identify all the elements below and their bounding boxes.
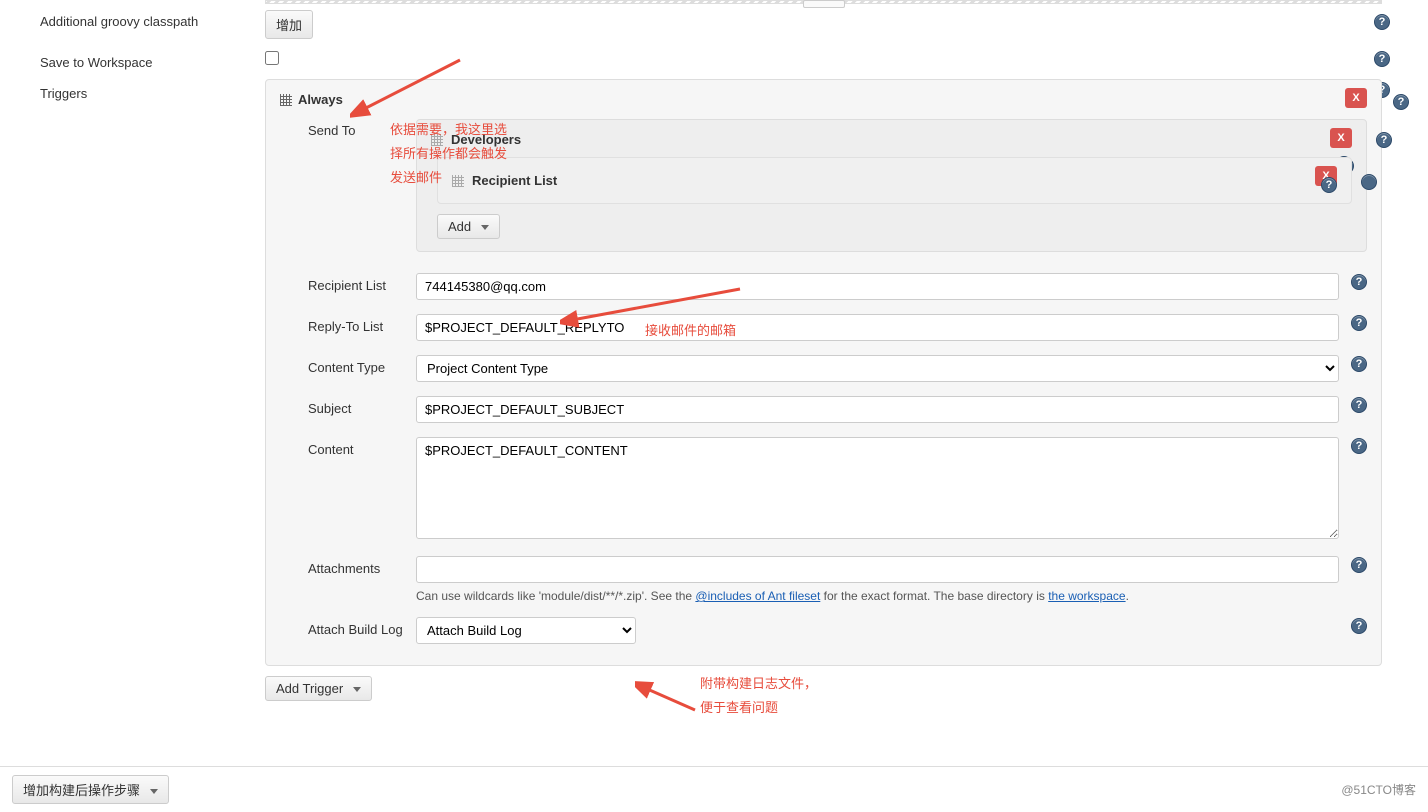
additional-groovy-label: Additional groovy classpath (40, 10, 265, 29)
help-icon[interactable]: ? (1351, 438, 1367, 454)
recipient-list-input[interactable] (416, 273, 1339, 300)
help-icon[interactable]: ? (1321, 177, 1337, 193)
help-icon[interactable]: ? (1374, 14, 1390, 30)
grip-icon[interactable] (431, 134, 443, 146)
content-type-label: Content Type (308, 355, 416, 375)
caret-icon (353, 687, 361, 692)
help-icon[interactable]: ? (1351, 397, 1367, 413)
help-icon[interactable]: ? (1351, 356, 1367, 372)
help-icon[interactable] (1361, 174, 1377, 190)
save-to-workspace-checkbox[interactable] (265, 51, 279, 65)
add-trigger-label: Add Trigger (276, 681, 343, 696)
reply-to-input[interactable] (416, 314, 1339, 341)
help-icon[interactable]: ? (1351, 618, 1367, 634)
content-type-select[interactable]: Project Content Type (416, 355, 1339, 382)
reply-to-label: Reply-To List (308, 314, 416, 334)
add-trigger-button[interactable]: Add Trigger (265, 676, 372, 701)
help-icon[interactable]: ? (1351, 274, 1367, 290)
bottom-bar: 增加构建后操作步骤 @51CTO博客 (0, 766, 1428, 812)
trigger-always-title: Always (298, 92, 343, 107)
triggers-label: Triggers (40, 82, 265, 101)
add-postbuild-button[interactable]: 增加构建后操作步骤 (12, 775, 169, 804)
add-button-label: Add (448, 219, 471, 234)
trigger-panel: X ? Always Send To X ? Developers ? (265, 79, 1382, 666)
attach-build-log-label: Attach Build Log (308, 617, 416, 637)
add-recipient-button[interactable]: Add (437, 214, 500, 239)
content-label: Content (308, 437, 416, 457)
help-icon[interactable]: ? (1351, 557, 1367, 573)
subject-input[interactable] (416, 396, 1339, 423)
caret-icon (150, 789, 158, 794)
caret-icon (481, 225, 489, 230)
help-icon[interactable]: ? (1351, 315, 1367, 331)
attachments-label: Attachments (308, 556, 416, 576)
help-icon[interactable]: ? (1376, 132, 1392, 148)
recipient-list-panel: X ? ? Recipient List (437, 157, 1352, 204)
attach-build-log-select[interactable]: Attach Build Log (416, 617, 636, 644)
attachments-hint: Can use wildcards like 'module/dist/**/*… (416, 589, 1339, 603)
recipient-list-title: Recipient List (472, 173, 557, 188)
subject-label: Subject (308, 396, 416, 416)
add-groovy-button[interactable]: 增加 (265, 10, 313, 39)
developers-panel: X ? Developers ? X ? ? (416, 119, 1367, 252)
help-icon[interactable]: ? (1374, 51, 1390, 67)
attachments-input[interactable] (416, 556, 1339, 583)
send-to-label: Send To (308, 119, 416, 138)
ant-fileset-link[interactable]: @includes of Ant fileset (695, 589, 820, 603)
watermark: @51CTO博客 (1341, 781, 1416, 798)
recipient-list-label: Recipient List (308, 273, 416, 293)
remove-developers-button[interactable]: X (1330, 128, 1352, 148)
help-icon[interactable]: ? (1393, 94, 1409, 110)
grip-icon[interactable] (452, 175, 464, 187)
developers-title: Developers (451, 132, 521, 147)
save-to-workspace-label: Save to Workspace (40, 51, 265, 70)
grip-icon[interactable] (280, 94, 292, 106)
content-textarea[interactable]: $PROJECT_DEFAULT_CONTENT (416, 437, 1339, 539)
add-postbuild-label: 增加构建后操作步骤 (23, 783, 140, 798)
workspace-link[interactable]: the workspace (1048, 589, 1125, 603)
